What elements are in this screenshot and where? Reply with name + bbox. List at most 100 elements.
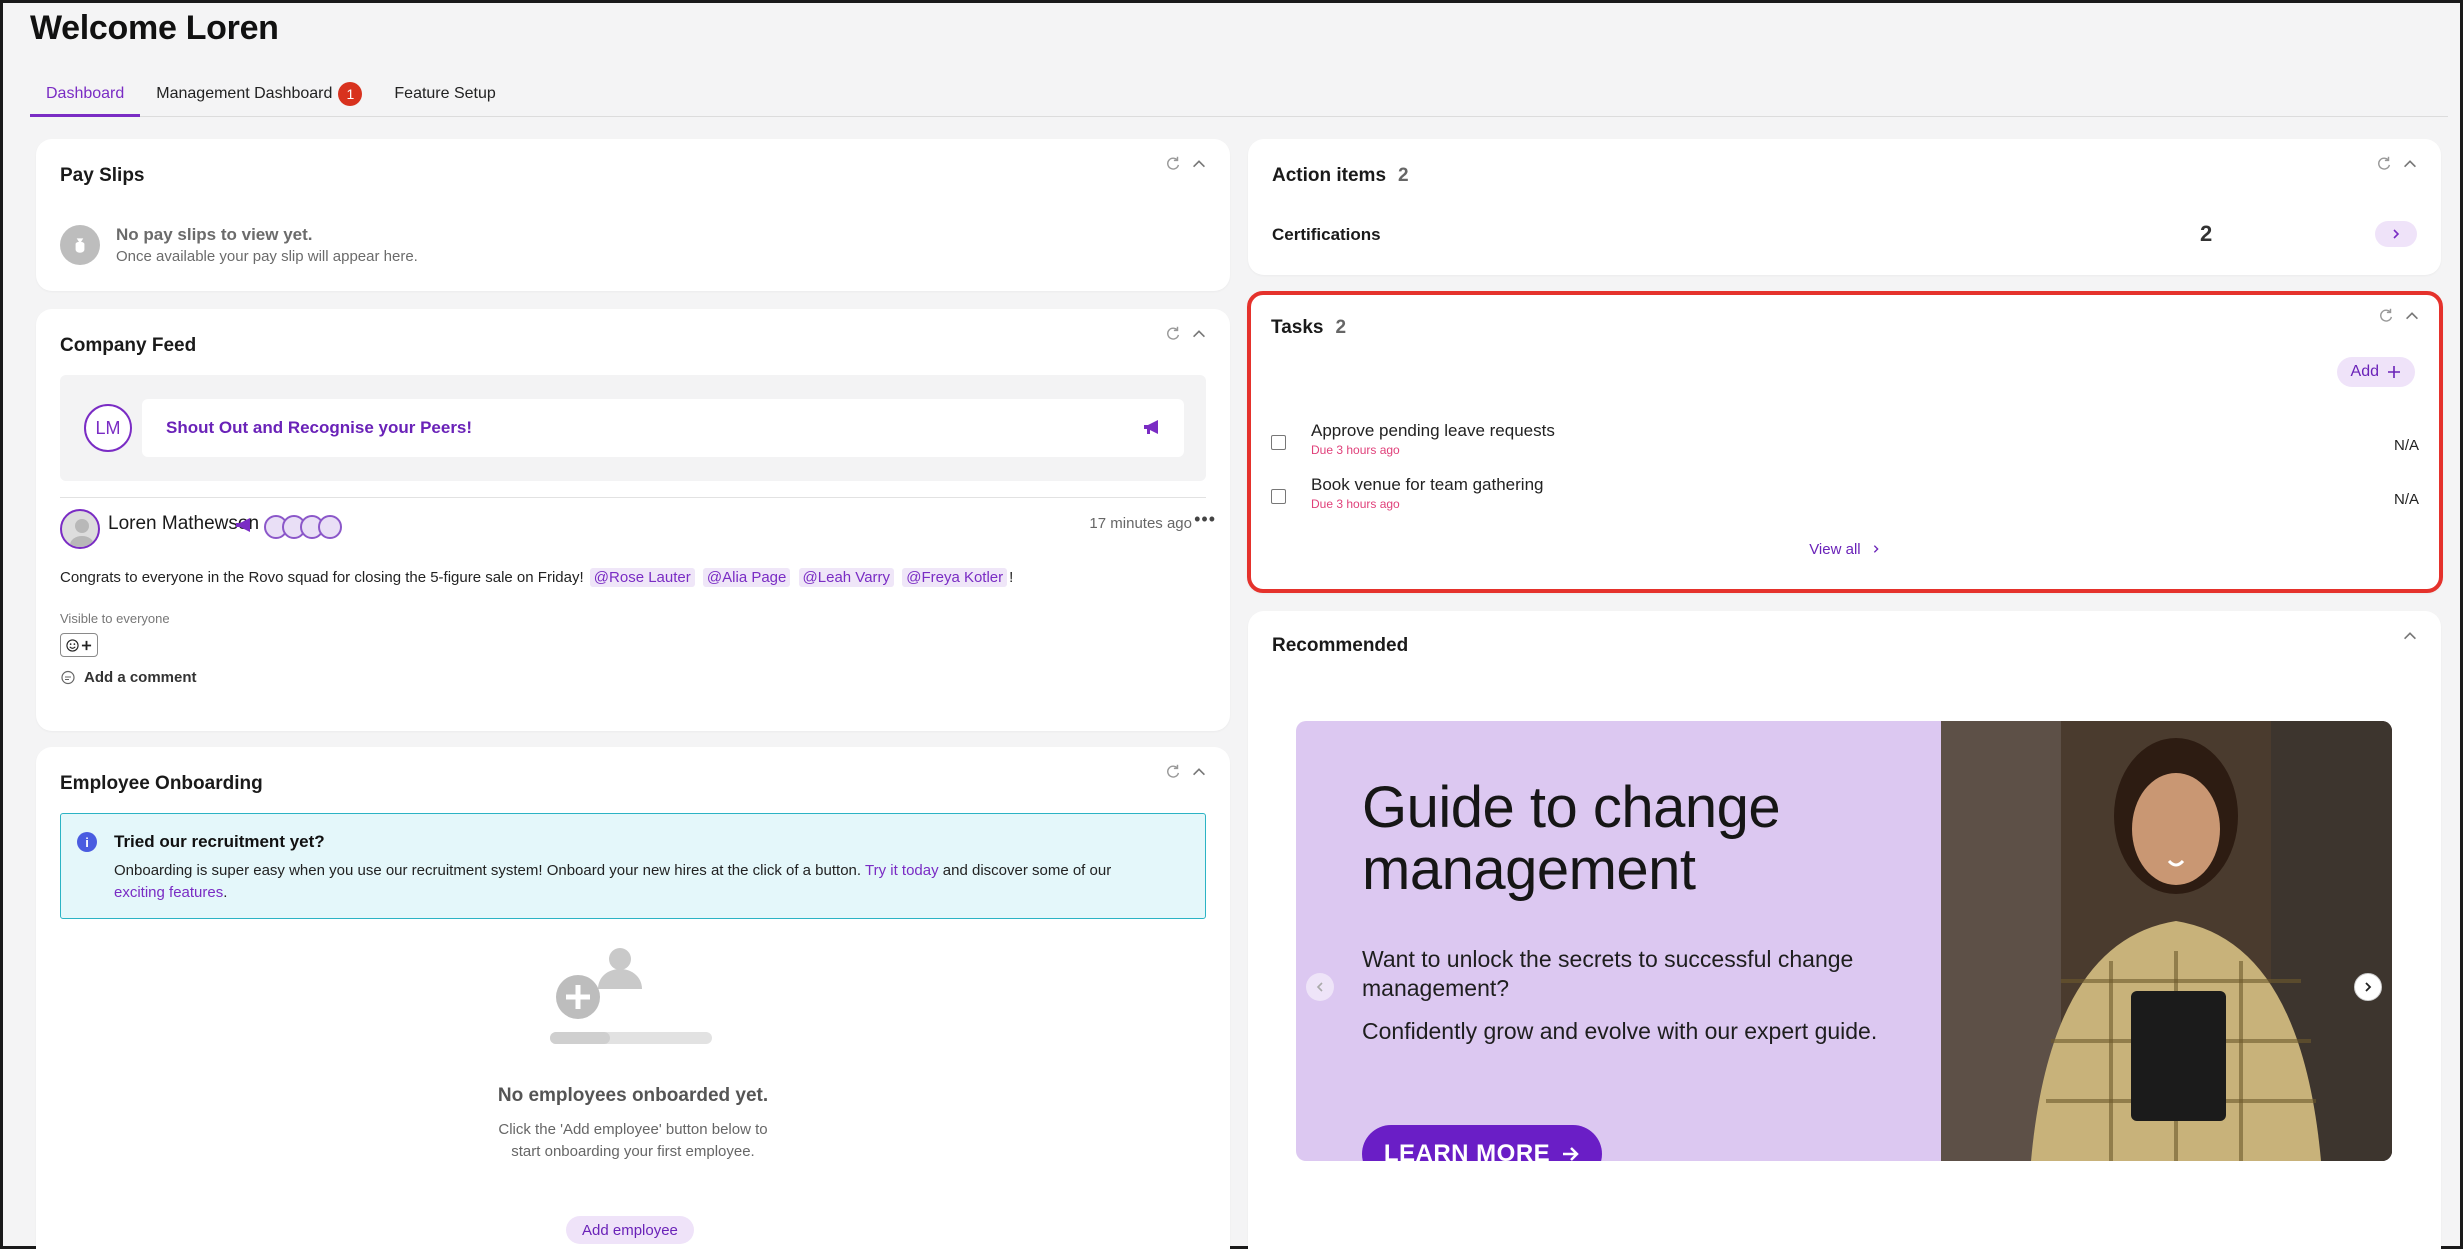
card-controls bbox=[2401, 627, 2419, 645]
add-task-button[interactable]: Add bbox=[2336, 357, 2415, 387]
view-all-link[interactable]: View all bbox=[1251, 541, 2439, 558]
task-checkbox[interactable] bbox=[1271, 489, 1286, 504]
empty-state-title: No pay slips to view yet. bbox=[116, 225, 313, 244]
shout-out-section: LM Shout Out and Recognise your Peers! bbox=[60, 375, 1206, 481]
refresh-icon[interactable] bbox=[2377, 307, 2395, 325]
empty-sub-line: start onboarding your first employee. bbox=[511, 1143, 755, 1160]
add-reaction-button[interactable] bbox=[60, 633, 98, 657]
divider bbox=[60, 497, 1206, 498]
empty-state-title: No employees onboarded yet. bbox=[497, 1085, 769, 1106]
chevron-up-icon[interactable] bbox=[2403, 307, 2421, 325]
avatar[interactable] bbox=[60, 509, 100, 549]
add-user-illustration-icon bbox=[556, 948, 642, 1019]
empty-sub-line: Click the 'Add employee' button below to bbox=[498, 1121, 768, 1138]
try-it-today-link[interactable]: Try it today bbox=[865, 862, 939, 879]
certifications-label: Certifications bbox=[1272, 225, 1381, 244]
task-title[interactable]: Approve pending leave requests bbox=[1311, 421, 1555, 441]
card-controls bbox=[2377, 307, 2421, 325]
chevron-up-icon[interactable] bbox=[2401, 627, 2419, 645]
pay-slips-card: Pay Slips No pay slips to view yet. Once… bbox=[36, 139, 1230, 291]
tab-label: Management Dashboard bbox=[156, 85, 333, 102]
task-row: Book venue for team gathering Due 3 hour… bbox=[1271, 475, 2419, 519]
certifications-count: 2 bbox=[2200, 221, 2213, 246]
shout-out-button[interactable]: Shout Out and Recognise your Peers! bbox=[142, 399, 1184, 457]
plus-icon bbox=[81, 640, 92, 650]
plus-icon bbox=[2388, 366, 2400, 378]
employee-onboarding-card: Employee Onboarding i Tried our recruitm… bbox=[36, 747, 1230, 1249]
emoji-icon bbox=[66, 638, 79, 652]
task-title[interactable]: Book venue for team gathering bbox=[1311, 475, 1543, 495]
refresh-icon[interactable] bbox=[1164, 763, 1182, 781]
card-title: Tasks 2 bbox=[1271, 317, 1346, 339]
more-options-icon[interactable]: ••• bbox=[1194, 509, 1216, 530]
learn-more-button[interactable]: LEARN MORE bbox=[1362, 1125, 1602, 1161]
task-due: Due 3 hours ago bbox=[1311, 443, 1400, 457]
info-text-part: . bbox=[223, 884, 228, 901]
info-text-part: and discover some of our bbox=[942, 862, 1112, 879]
post-body: Congrats to everyone in the Rovo squad f… bbox=[60, 568, 1014, 587]
mention[interactable]: @Alia Page bbox=[702, 568, 791, 587]
task-row: Approve pending leave requests Due 3 hou… bbox=[1271, 421, 2419, 465]
notification-badge: 1 bbox=[338, 82, 363, 106]
progress-illustration-fill bbox=[550, 1032, 610, 1044]
tab-label: Feature Setup bbox=[394, 85, 496, 102]
certifications-open-button[interactable] bbox=[2375, 221, 2417, 247]
tab-management-dashboard[interactable]: Management Dashboard 1 bbox=[140, 81, 378, 117]
shout-out-label: Shout Out and Recognise your Peers! bbox=[166, 418, 473, 437]
chevron-up-icon[interactable] bbox=[2401, 155, 2419, 173]
avatar: LM bbox=[84, 404, 132, 452]
card-title: Company Feed bbox=[60, 335, 197, 356]
card-controls bbox=[2375, 155, 2419, 173]
card-title: Recommended bbox=[1272, 635, 1409, 656]
refresh-icon[interactable] bbox=[1164, 325, 1182, 343]
chevron-right-icon bbox=[2365, 982, 2372, 992]
progress-illustration bbox=[550, 1032, 712, 1044]
card-count: 2 bbox=[1335, 317, 1347, 338]
refresh-icon[interactable] bbox=[2375, 155, 2393, 173]
chevron-up-icon[interactable] bbox=[1190, 155, 1208, 173]
banner-text: Confidently grow and evolve with our exp… bbox=[1362, 1018, 1878, 1044]
chevron-right-icon bbox=[2393, 229, 2400, 239]
info-banner: i Tried our recruitment yet? Onboarding … bbox=[60, 813, 1206, 919]
info-text: Onboarding is super easy when you use ou… bbox=[114, 860, 1145, 904]
mention[interactable]: @Freya Kotler bbox=[902, 568, 1008, 587]
promo-banner[interactable]: Guide to change management Want to unloc… bbox=[1296, 721, 2392, 1161]
card-title: Employee Onboarding bbox=[60, 773, 263, 794]
person-illustration-icon bbox=[1941, 721, 2392, 1161]
mention[interactable]: @Rose Lauter bbox=[589, 568, 695, 587]
empty-state-subtitle: Once available your pay slip will appear… bbox=[116, 248, 418, 265]
post-text-end: ! bbox=[1009, 569, 1014, 586]
chevron-right-icon bbox=[1873, 545, 1879, 553]
post-text: Congrats to everyone in the Rovo squad f… bbox=[60, 569, 584, 586]
carousel-prev-button[interactable] bbox=[1306, 973, 1334, 1001]
chevron-up-icon[interactable] bbox=[1190, 763, 1208, 781]
banner-title: Guide to change management bbox=[1362, 775, 1781, 902]
add-employee-button[interactable]: Add employee bbox=[566, 1216, 694, 1244]
add-comment-button[interactable]: Add a comment bbox=[60, 669, 197, 686]
card-title: Pay Slips bbox=[60, 165, 145, 186]
chevron-up-icon[interactable] bbox=[1190, 325, 1208, 343]
tab-feature-setup[interactable]: Feature Setup bbox=[378, 81, 511, 117]
action-items-card: Action items 2 Certifications 2 bbox=[1248, 139, 2441, 275]
card-controls bbox=[1164, 325, 1208, 343]
mention[interactable]: @Leah Varry bbox=[798, 568, 895, 587]
task-checkbox[interactable] bbox=[1271, 435, 1286, 450]
tab-label: Dashboard bbox=[46, 85, 125, 102]
company-feed-card: Company Feed LM Shout Out and Recognise … bbox=[36, 309, 1230, 731]
carousel-next-button[interactable] bbox=[2354, 973, 2382, 1001]
card-title-text: Tasks bbox=[1271, 317, 1324, 338]
tab-dashboard[interactable]: Dashboard bbox=[30, 81, 141, 117]
money-bag-icon bbox=[60, 225, 100, 265]
exciting-features-link[interactable]: exciting features bbox=[114, 884, 223, 901]
task-due: Due 3 hours ago bbox=[1311, 497, 1400, 511]
badge-avatar bbox=[318, 515, 342, 539]
page-title: Welcome Loren bbox=[30, 9, 279, 47]
megaphone-icon bbox=[1144, 420, 1158, 434]
learn-more-label: LEARN MORE bbox=[1383, 1140, 1551, 1161]
promo-photo bbox=[1941, 721, 2392, 1161]
refresh-icon[interactable] bbox=[1164, 155, 1182, 173]
info-title: Tried our recruitment yet? bbox=[114, 832, 325, 851]
task-assignee: N/A bbox=[2393, 491, 2419, 508]
megaphone-icon bbox=[236, 518, 250, 532]
info-icon: i bbox=[77, 832, 97, 852]
